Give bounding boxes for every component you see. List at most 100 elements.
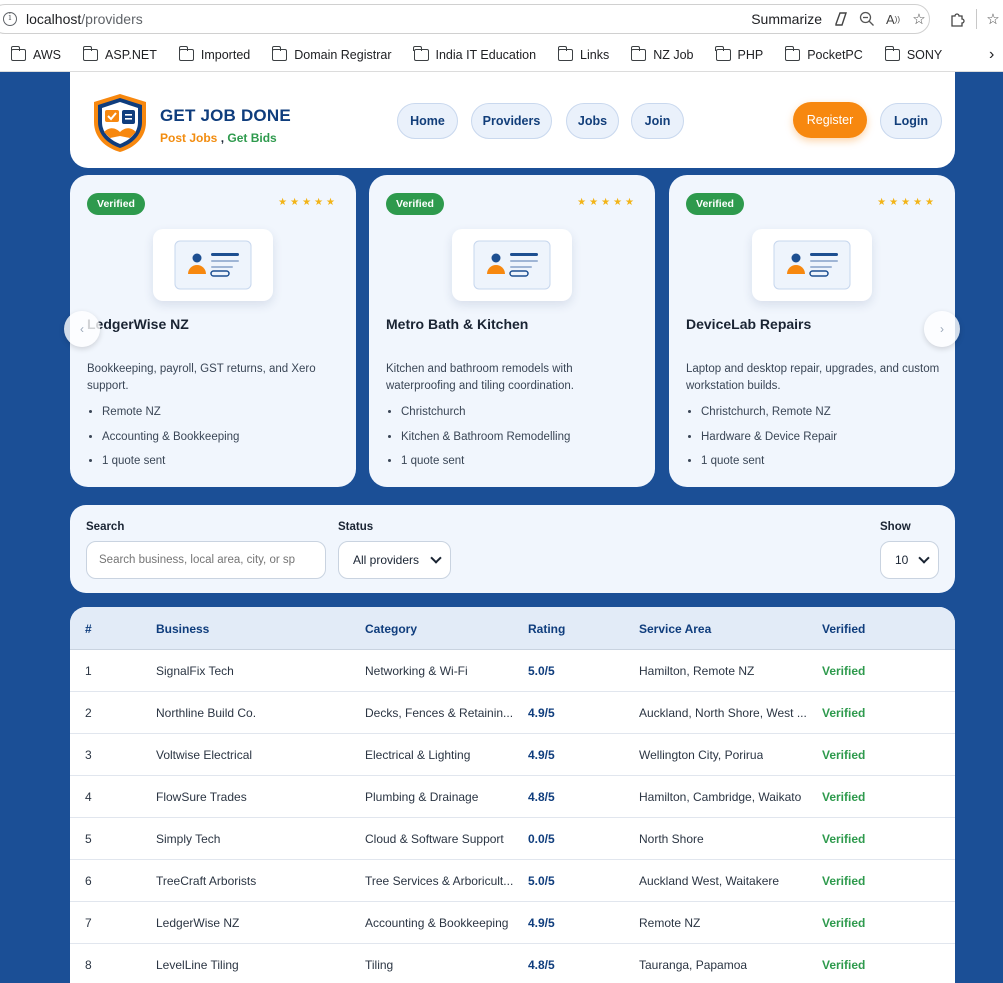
site-info-icon[interactable]: i bbox=[3, 12, 17, 26]
provider-category: Accounting & Bookkeeping bbox=[102, 429, 342, 454]
featured-provider-card[interactable]: Verified ★★★★★ Metro Bath & Kitchen Kitc… bbox=[369, 175, 655, 487]
table-row[interactable]: 7 LedgerWise NZ Accounting & Bookkeeping 4.… bbox=[70, 902, 955, 944]
column-header-category[interactable]: Category bbox=[365, 622, 417, 636]
bookmark-folder[interactable]: PocketPC bbox=[784, 45, 863, 62]
status-select[interactable]: All providers bbox=[338, 541, 451, 579]
cell-category: Accounting & Bookkeeping bbox=[365, 916, 509, 930]
bookmark-folder[interactable]: Links bbox=[557, 45, 609, 62]
login-button[interactable]: Login bbox=[880, 103, 942, 139]
table-row[interactable]: 2 Northline Build Co. Decks, Fences & Reta… bbox=[70, 692, 955, 734]
cell-row-number: 1 bbox=[85, 664, 92, 678]
bookmarks-overflow-icon[interactable]: › bbox=[989, 38, 1003, 72]
site-header: GET JOB DONE Post Jobs , Get Bids Home P… bbox=[70, 72, 955, 168]
cell-rating: 5.0/5 bbox=[528, 664, 555, 678]
cell-rating: 4.9/5 bbox=[528, 748, 555, 762]
cell-business-name[interactable]: LedgerWise NZ bbox=[156, 916, 239, 930]
provider-details: Christchurch Kitchen & Bathroom Remodell… bbox=[401, 404, 641, 478]
extensions-icon[interactable] bbox=[944, 6, 970, 32]
chevron-down-icon bbox=[430, 552, 442, 564]
cell-category: Cloud & Software Support bbox=[365, 832, 504, 846]
featured-provider-card[interactable]: Verified ★★★★★ DeviceLab Repairs Laptop … bbox=[669, 175, 955, 487]
folder-icon bbox=[784, 45, 801, 61]
cell-verified-status: Verified bbox=[822, 790, 866, 804]
id-card-icon bbox=[773, 240, 851, 290]
chevron-down-icon bbox=[918, 552, 930, 564]
table-row[interactable]: 6 TreeCraft Arborists Tree Services & Arbo… bbox=[70, 860, 955, 902]
carousel-prev-button[interactable]: ‹ bbox=[64, 311, 100, 347]
cell-business-name[interactable]: Voltwise Electrical bbox=[156, 748, 252, 762]
cell-row-number: 7 bbox=[85, 916, 92, 930]
bookmark-folder[interactable]: SONY bbox=[884, 45, 942, 62]
register-button[interactable]: Register bbox=[793, 102, 867, 138]
cell-verified-status: Verified bbox=[822, 748, 866, 762]
search-input[interactable] bbox=[86, 541, 326, 579]
nav-home[interactable]: Home bbox=[397, 103, 458, 139]
folder-icon bbox=[82, 45, 99, 61]
status-select-value: All providers bbox=[353, 553, 420, 567]
favorite-star-icon[interactable]: ☆ bbox=[906, 6, 932, 32]
cell-verified-status: Verified bbox=[822, 664, 866, 678]
bookmark-folder[interactable]: Domain Registrar bbox=[271, 45, 392, 62]
table-row[interactable]: 4 FlowSure Trades Plumbing & Drainage 4.8/5… bbox=[70, 776, 955, 818]
column-header-service-area[interactable]: Service Area bbox=[639, 622, 711, 636]
table-row[interactable]: 3 Voltwise Electrical Electrical & Lightin… bbox=[70, 734, 955, 776]
filter-panel: Search Status All providers Show 10 bbox=[70, 505, 955, 593]
bookmark-folder[interactable]: ASP.NET bbox=[82, 45, 157, 62]
provider-name[interactable]: Metro Bath & Kitchen bbox=[386, 316, 528, 332]
page-size-value: 10 bbox=[895, 553, 909, 567]
cell-category: Decks, Fences & Retainin... bbox=[365, 706, 514, 720]
copilot-icon[interactable] bbox=[828, 6, 854, 32]
provider-area: Christchurch, Remote NZ bbox=[701, 404, 941, 429]
provider-area: Christchurch bbox=[401, 404, 641, 429]
nav-providers[interactable]: Providers bbox=[471, 103, 552, 139]
column-header-number[interactable]: # bbox=[85, 622, 92, 636]
show-label: Show bbox=[880, 521, 911, 533]
table-row[interactable]: 5 Simply Tech Cloud & Software Support 0.0/… bbox=[70, 818, 955, 860]
folder-icon bbox=[557, 45, 574, 61]
cell-row-number: 6 bbox=[85, 874, 92, 888]
cell-row-number: 5 bbox=[85, 832, 92, 846]
cell-business-name[interactable]: FlowSure Trades bbox=[156, 790, 247, 804]
carousel-next-button[interactable]: › bbox=[924, 311, 960, 347]
provider-category: Kitchen & Bathroom Remodelling bbox=[401, 429, 641, 454]
cell-row-number: 3 bbox=[85, 748, 92, 762]
provider-description: Bookkeeping, payroll, GST returns, and X… bbox=[87, 363, 316, 392]
provider-name[interactable]: LedgerWise NZ bbox=[87, 316, 189, 332]
table-row[interactable]: 1 SignalFix Tech Networking & Wi-Fi 5.0/5 Ha… bbox=[70, 650, 955, 692]
summarize-button[interactable]: Summarize bbox=[751, 11, 822, 27]
bookmark-folder[interactable]: NZ Job bbox=[630, 45, 694, 62]
bookmark-folder[interactable]: Imported bbox=[178, 45, 250, 62]
page-size-select[interactable]: 10 bbox=[880, 541, 939, 579]
column-header-business[interactable]: Business bbox=[156, 622, 209, 636]
provider-details: Christchurch, Remote NZ Hardware & Devic… bbox=[701, 404, 941, 478]
column-header-verified[interactable]: Verified bbox=[822, 622, 865, 636]
cell-rating: 0.0/5 bbox=[528, 832, 555, 846]
cell-business-name[interactable]: SignalFix Tech bbox=[156, 664, 234, 678]
brand-title[interactable]: GET JOB DONE bbox=[160, 106, 291, 126]
bookmark-folder[interactable]: AWS bbox=[10, 45, 61, 62]
cell-business-name[interactable]: TreeCraft Arborists bbox=[156, 874, 256, 888]
read-aloud-icon[interactable]: A)) bbox=[880, 6, 906, 32]
zoom-icon[interactable] bbox=[854, 6, 880, 32]
cell-row-number: 2 bbox=[85, 706, 92, 720]
featured-provider-card[interactable]: Verified ★★★★★ LedgerWise NZ Bookkeeping… bbox=[70, 175, 356, 487]
bookmark-folder[interactable]: PHP bbox=[715, 45, 763, 62]
nav-jobs[interactable]: Jobs bbox=[566, 103, 619, 139]
bookmark-folder[interactable]: India IT Education bbox=[413, 45, 536, 62]
favorites-icon[interactable]: ☆ bbox=[983, 6, 1003, 32]
column-header-rating[interactable]: Rating bbox=[528, 622, 565, 636]
cell-rating: 4.8/5 bbox=[528, 958, 555, 972]
table-row[interactable]: 8 LevelLine Tiling Tiling 4.8/5 Tauranga, Pa… bbox=[70, 944, 955, 983]
provider-quotes: 1 quote sent bbox=[401, 453, 641, 478]
table-header: # Business Category Rating Service Area … bbox=[70, 607, 955, 650]
cell-business-name[interactable]: Northline Build Co. bbox=[156, 706, 256, 720]
cell-verified-status: Verified bbox=[822, 706, 866, 720]
logo-shield-icon[interactable] bbox=[90, 92, 150, 154]
cell-service-area: Auckland, North Shore, West ... bbox=[639, 706, 807, 720]
url-field[interactable]: localhost/providers bbox=[26, 11, 143, 27]
cell-business-name[interactable]: Simply Tech bbox=[156, 832, 220, 846]
cell-business-name[interactable]: LevelLine Tiling bbox=[156, 958, 239, 972]
provider-card-image bbox=[452, 229, 572, 301]
provider-name[interactable]: DeviceLab Repairs bbox=[686, 316, 811, 332]
nav-join[interactable]: Join bbox=[631, 103, 684, 139]
